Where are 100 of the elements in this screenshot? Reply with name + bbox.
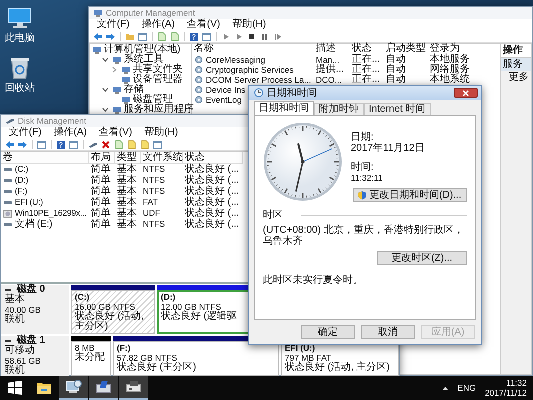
menu-item[interactable]: 操作(A) (54, 128, 88, 138)
column-header[interactable]: 登录为 (430, 44, 480, 55)
tab[interactable]: 日期和时间 (254, 101, 314, 115)
disk-management-icon[interactable] (96, 379, 112, 395)
disk-name: 磁盘 1 (17, 336, 46, 346)
section-heading: 服务 (501, 58, 531, 71)
table-cell-text: 简单 (90, 219, 112, 230)
stop-icon[interactable] (247, 32, 257, 42)
table-cell-text: UDF (142, 208, 162, 219)
taskbar-button[interactable] (119, 376, 148, 400)
pause-icon[interactable] (260, 32, 270, 42)
table-cell: CoreMessaging (206, 55, 266, 65)
partition-status: 状态良好 (活动, 主分区) (75, 312, 145, 332)
table-cell-text: FAT (142, 197, 159, 208)
close-icon[interactable] (462, 90, 470, 96)
column-header[interactable]: 状态 (352, 44, 386, 55)
dialog-button[interactable]: 确定 (301, 325, 355, 339)
table-cell-text: NTFS (142, 219, 166, 230)
table-cell-text: NTFS (142, 186, 166, 197)
forward-icon[interactable] (106, 32, 116, 42)
drive-icon[interactable] (126, 379, 142, 395)
folder-icon[interactable] (36, 380, 52, 396)
panel-icon[interactable] (69, 140, 79, 150)
table-cell: (C:) (15, 164, 28, 175)
tree-item[interactable]: 磁盘管理 (133, 95, 173, 105)
language-indicator[interactable]: ENG (458, 382, 476, 394)
partition-status: 状态良好 (活动, 主分区) (285, 363, 391, 373)
table-cell-text: 自动 (386, 55, 407, 65)
column-header[interactable]: 名称 (194, 44, 316, 55)
tab[interactable]: Internet 时间 (364, 103, 431, 115)
column-header[interactable]: 卷 (1, 152, 89, 164)
node-icon (112, 55, 122, 65)
delete-icon[interactable] (101, 140, 111, 150)
tree-item[interactable]: 设备管理器 (133, 75, 183, 85)
clock-time[interactable]: 11:32 (506, 378, 527, 388)
close-button[interactable] (454, 88, 478, 98)
action-link[interactable]: 更多 (501, 71, 531, 83)
restart-icon[interactable] (273, 32, 283, 42)
help-icon[interactable] (189, 32, 199, 42)
partition-label: (F:) (117, 343, 132, 353)
taskbar-button[interactable] (59, 376, 88, 400)
disk-detail: 可移动 (5, 346, 36, 356)
node-icon (121, 65, 131, 75)
disk-detail: 基本 (5, 295, 26, 305)
partition-size: 12.00 GB NTFS (161, 302, 222, 312)
windows-logo-icon[interactable] (8, 381, 22, 395)
desktop-icon-label[interactable]: 此电脑 (5, 33, 35, 44)
column-header[interactable]: 类型 (115, 152, 141, 164)
dialog-button[interactable]: 取消 (361, 325, 415, 339)
disk-detail: 40.00 GB (5, 305, 42, 315)
taskbar-button[interactable] (89, 376, 118, 400)
computer-management-icon[interactable] (66, 379, 82, 395)
panel-icon[interactable] (153, 140, 163, 150)
tree-item[interactable]: 计算机管理(本地) (104, 45, 181, 55)
panel-icon[interactable] (37, 140, 47, 150)
node-icon (92, 45, 102, 55)
menu-item[interactable]: 文件(F) (9, 128, 42, 138)
table-cell-text: 状态良好 (... (184, 186, 240, 197)
table-cell-text: 基本 (116, 186, 138, 197)
partition-block[interactable]: (C:) 16.00 GB NTFS 状态良好 (活动, 主分区) (71, 290, 155, 334)
column-header[interactable]: 描述 (316, 44, 352, 55)
menu-item[interactable]: 帮助(H) (144, 128, 178, 138)
table-cell-text: 简单 (90, 164, 112, 175)
menu-item[interactable]: 操作(A) (142, 20, 176, 30)
window-title: Computer Management (106, 8, 196, 18)
menu-item[interactable]: 查看(V) (99, 128, 132, 138)
back-icon[interactable] (93, 32, 103, 42)
column-header[interactable]: 启动类型 (386, 44, 430, 55)
tab[interactable]: 附加时钟 (314, 103, 364, 115)
node-icon (121, 75, 131, 85)
panel-icon[interactable] (138, 32, 148, 42)
tree-item[interactable]: 服务和应用程序 (124, 105, 194, 115)
column-header[interactable]: 布局 (89, 152, 115, 164)
node-icon (112, 85, 122, 95)
change-timezone-button[interactable]: 更改时区(Z)... (377, 251, 467, 265)
panel-icon[interactable] (202, 32, 212, 42)
disk-detail: 58.61 GB (5, 356, 42, 366)
tree-item[interactable]: 系统工具 (124, 55, 164, 65)
back-icon[interactable] (5, 140, 15, 150)
column-header[interactable]: 文件系统 (141, 152, 183, 164)
tree-item[interactable]: 存储 (124, 85, 144, 95)
desktop-icon-label[interactable]: 回收站 (5, 83, 35, 94)
clock-date[interactable]: 2017/11/12 (485, 388, 527, 398)
tree-item[interactable]: 共享文件夹 (133, 65, 183, 75)
forward-icon[interactable] (18, 140, 28, 150)
change-date-time-button[interactable]: 更改日期和时间(D)... (353, 188, 467, 202)
menu-item[interactable]: 文件(F) (97, 20, 130, 30)
shield-icon (358, 190, 368, 200)
menu-item[interactable]: 帮助(H) (232, 20, 266, 30)
partition-block[interactable]: 8 MB 未分配 (71, 341, 111, 376)
computer-icon[interactable] (7, 8, 33, 30)
field-label: 时间: (351, 162, 375, 173)
note-text: 此时区未实行夏令时。 (263, 275, 364, 286)
up-arrow-icon[interactable] (442, 386, 449, 390)
partition-block[interactable]: (F:) 57.82 GB NTFS 状态良好 (主分区) (113, 341, 279, 376)
menu-item[interactable]: 查看(V) (187, 20, 220, 30)
table-cell-text: 简单 (90, 197, 112, 208)
column-header[interactable]: 状态 (183, 152, 243, 164)
help-icon[interactable] (56, 140, 66, 150)
recycle-bin-icon[interactable] (9, 56, 31, 80)
